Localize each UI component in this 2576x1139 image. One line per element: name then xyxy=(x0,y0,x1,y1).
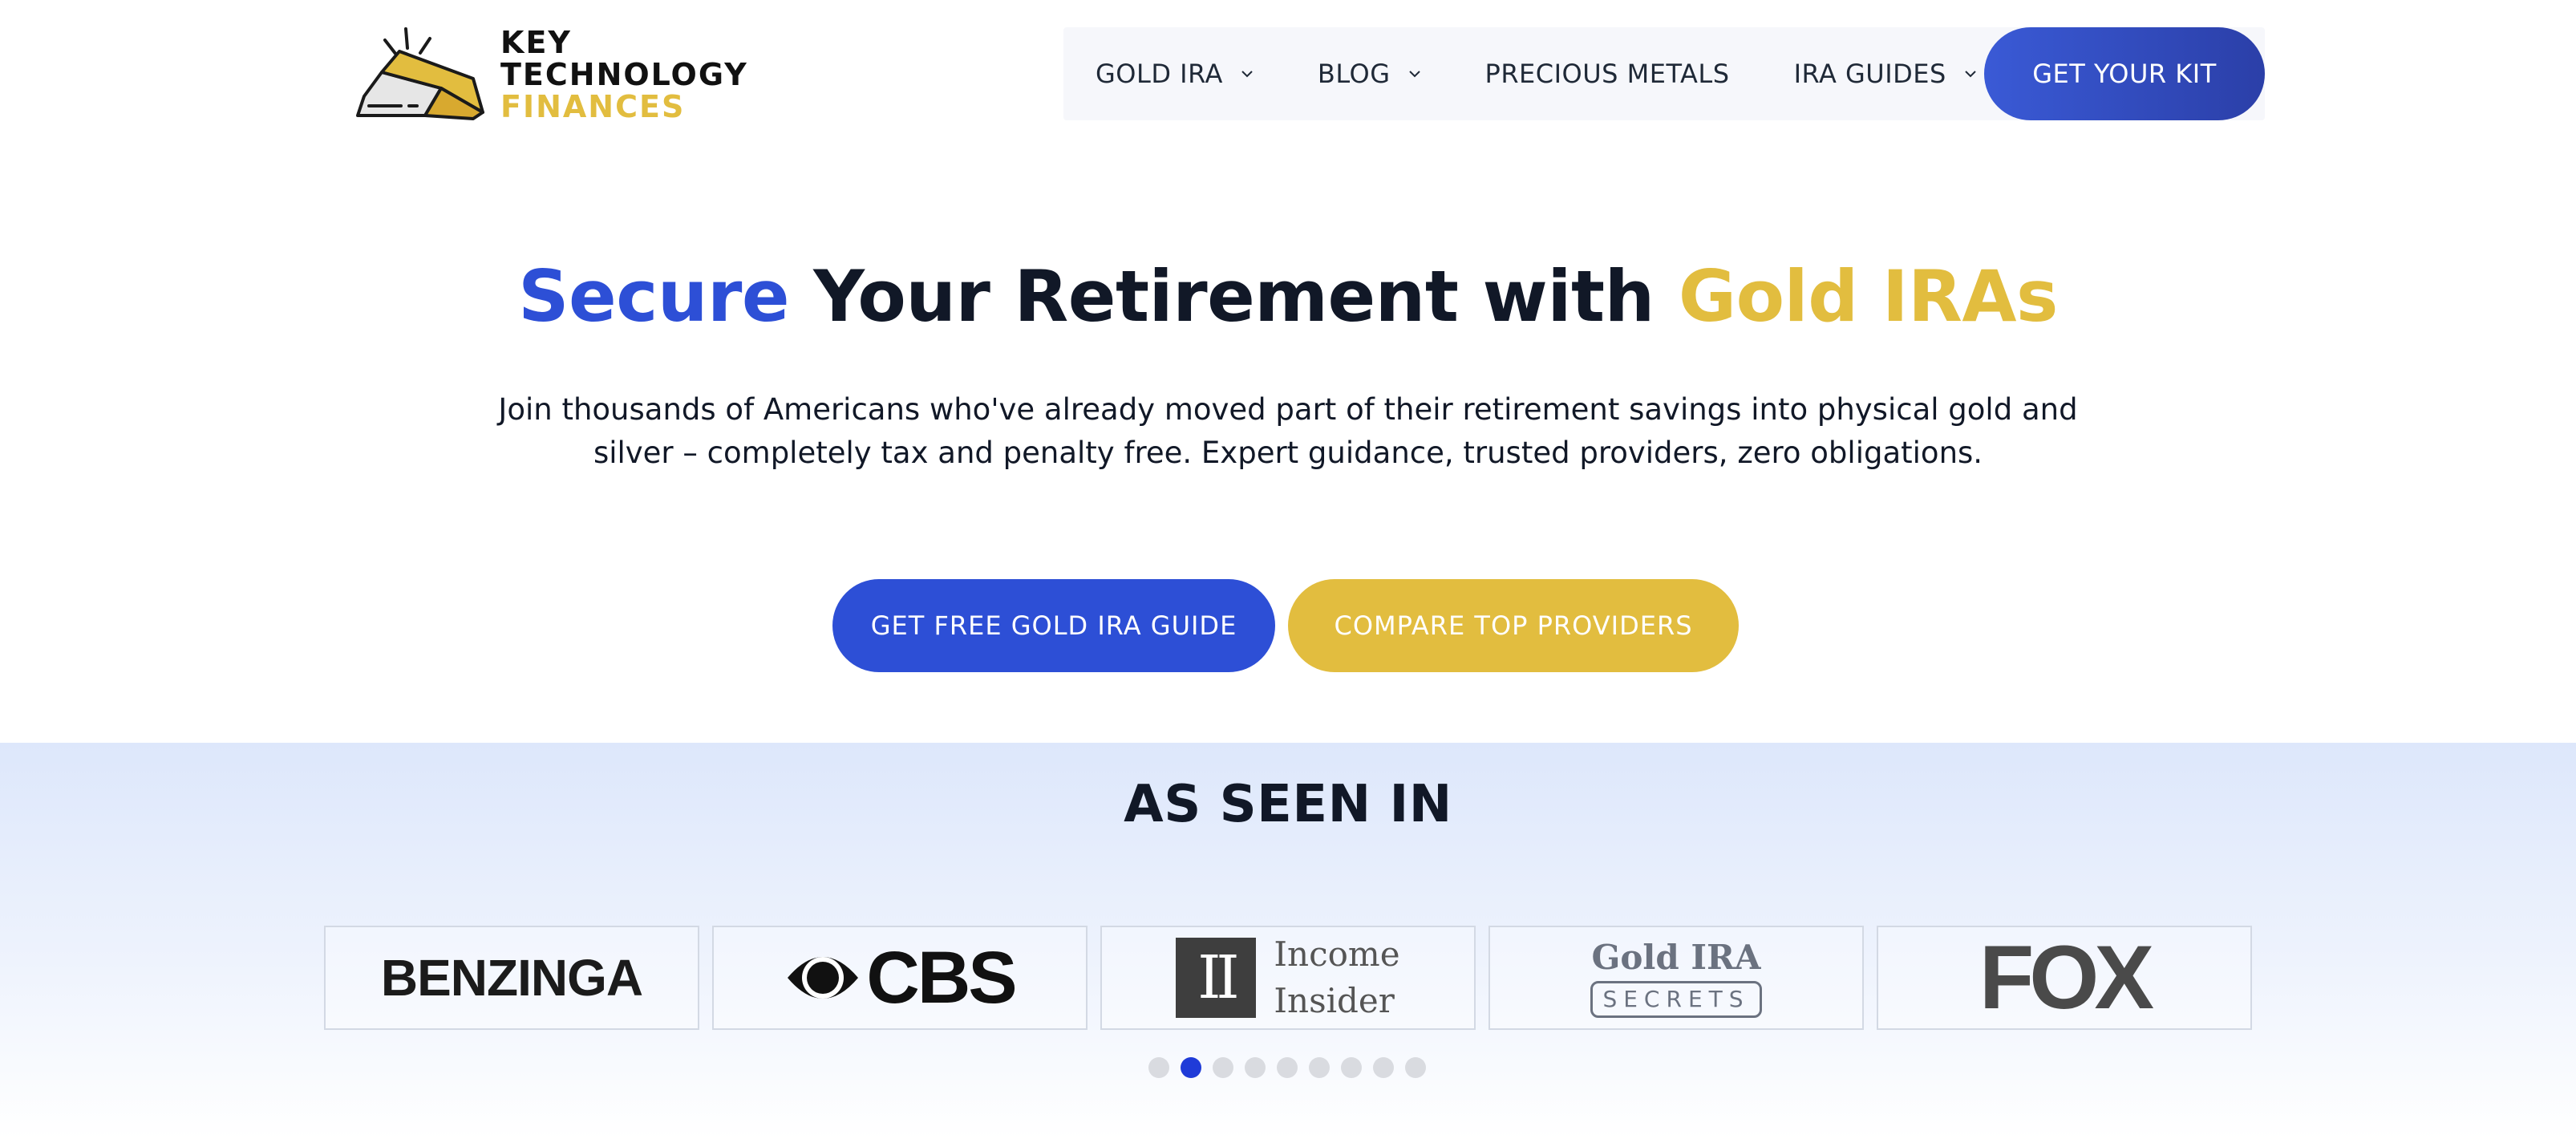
as-seen-in-section: AS SEEN IN BENZINGA CBS II Income Inside… xyxy=(0,743,2576,1139)
get-your-kit-button[interactable]: GET YOUR KIT xyxy=(1984,27,2265,120)
nav-item-label: PRECIOUS METALS xyxy=(1484,59,1730,89)
carousel-dot[interactable] xyxy=(1341,1057,1362,1078)
chevron-down-icon xyxy=(1408,71,1420,78)
cbs-logo: CBS xyxy=(784,937,1018,1019)
carousel-dot[interactable] xyxy=(1277,1057,1298,1078)
income-insider-line-2: Insider xyxy=(1274,981,1395,1020)
income-insider-mark: II xyxy=(1176,938,1257,1018)
press-logo-gold-ira-secrets[interactable]: Gold IRA SECRETS xyxy=(1488,926,1864,1030)
hero-subtitle-line-2: silver – completely tax and penalty free… xyxy=(593,436,1983,470)
chevron-down-icon xyxy=(1241,71,1253,78)
hero-title-highlight-gold: Gold IRAs xyxy=(1678,255,2058,338)
nav-item-label: IRA GUIDES xyxy=(1793,59,1946,89)
hero-subtitle-line-1: Join thousands of Americans who've alrea… xyxy=(498,392,2078,427)
income-insider-logo: II Income Insider xyxy=(1176,931,1400,1024)
carousel-dot[interactable] xyxy=(1405,1057,1426,1078)
compare-providers-button[interactable]: COMPARE TOP PROVIDERS xyxy=(1288,579,1739,672)
main-nav: GOLD IRA BLOG PRECIOUS METALS IRA GUIDES… xyxy=(1063,27,2265,120)
hero-subtitle: Join thousands of Americans who've alrea… xyxy=(481,388,2095,475)
benzinga-wordmark: BENZINGA xyxy=(380,949,643,1007)
brand-line-1: KEY xyxy=(500,25,572,60)
gold-ira-secrets-top: Gold IRA xyxy=(1591,938,1761,977)
carousel-pagination xyxy=(1148,1057,1428,1078)
nav-item-gold-ira[interactable]: GOLD IRA xyxy=(1096,27,1254,120)
fox-wordmark: FOX xyxy=(1979,927,2154,1028)
brand-line-3: FINANCES xyxy=(500,89,686,124)
income-insider-line-1: Income xyxy=(1274,934,1400,974)
press-logo-fox[interactable]: FOX xyxy=(1877,926,2252,1030)
carousel-dot[interactable] xyxy=(1309,1057,1330,1078)
hero-title: Secure Your Retirement with Gold IRAs xyxy=(0,255,2576,338)
carousel-dot[interactable] xyxy=(1181,1057,1201,1078)
press-logo-carousel: BENZINGA CBS II Income Insider Gold IRA … xyxy=(324,926,2252,1030)
press-logo-benzinga[interactable]: BENZINGA xyxy=(324,926,699,1030)
press-logo-income-insider[interactable]: II Income Insider xyxy=(1100,926,1476,1030)
gold-ira-secrets-logo: Gold IRA SECRETS xyxy=(1590,938,1762,1018)
carousel-dot[interactable] xyxy=(1213,1057,1233,1078)
income-insider-wordmark: Income Insider xyxy=(1274,931,1399,1024)
hero-title-highlight-blue: Secure xyxy=(518,255,790,338)
nav-item-precious-metals[interactable]: PRECIOUS METALS xyxy=(1485,27,1730,120)
nav-item-ira-guides[interactable]: IRA GUIDES xyxy=(1794,27,1977,120)
site-header: KEY TECHNOLOGY FINANCES GOLD IRA BLOG PR… xyxy=(0,0,2576,148)
brand-logo[interactable]: KEY TECHNOLOGY FINANCES xyxy=(353,22,747,127)
brand-wordmark: KEY TECHNOLOGY FINANCES xyxy=(500,26,748,123)
carousel-dot[interactable] xyxy=(1373,1057,1394,1078)
brand-line-2: TECHNOLOGY xyxy=(500,57,748,92)
gold-ira-secrets-bottom: SECRETS xyxy=(1590,981,1762,1018)
as-seen-in-title: AS SEEN IN xyxy=(1124,775,1452,834)
cbs-eye-icon xyxy=(788,957,859,999)
get-free-guide-button[interactable]: GET FREE GOLD IRA GUIDE xyxy=(832,579,1275,672)
hero-title-middle: Your Retirement with xyxy=(789,255,1679,338)
gold-bar-logo-icon xyxy=(356,27,484,120)
chevron-down-icon xyxy=(1965,71,1976,78)
cbs-wordmark: CBS xyxy=(866,937,1017,1019)
nav-item-label: GOLD IRA xyxy=(1096,59,1223,89)
carousel-dot[interactable] xyxy=(1148,1057,1169,1078)
nav-item-blog[interactable]: BLOG xyxy=(1318,27,1421,120)
press-logo-cbs[interactable]: CBS xyxy=(712,926,1088,1030)
nav-item-label: BLOG xyxy=(1317,59,1391,89)
income-insider-mark-text: II xyxy=(1197,943,1240,1012)
carousel-dot[interactable] xyxy=(1245,1057,1266,1078)
